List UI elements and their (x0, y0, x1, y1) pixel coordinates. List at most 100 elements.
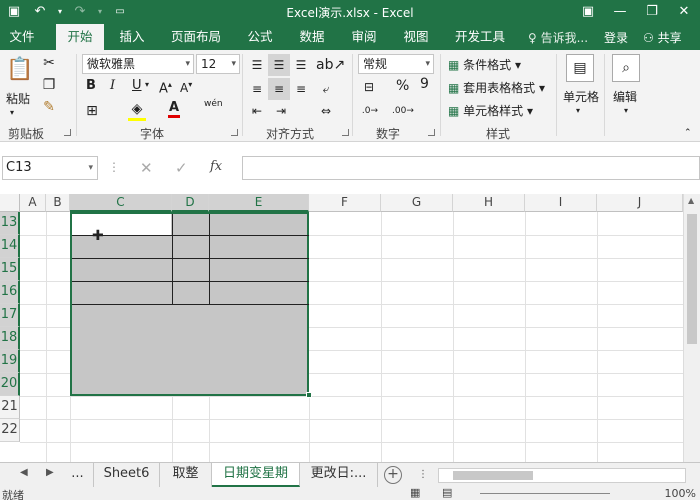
next-sheet-icon[interactable]: ▶ (46, 467, 54, 478)
add-sheet-button[interactable]: + (384, 466, 402, 484)
bold-button[interactable]: B (86, 78, 96, 93)
cancel-formula-icon[interactable]: ✕ (140, 159, 153, 177)
column-header-b[interactable]: B (46, 194, 70, 212)
paste-label[interactable]: 粘贴 (6, 90, 30, 107)
active-cell-c13[interactable] (72, 214, 171, 235)
align-bottom-icon[interactable]: ☰ (292, 56, 310, 74)
column-header-e[interactable]: E (209, 194, 309, 212)
cell-styles-button[interactable]: ▦ 单元格样式 ▾ (448, 102, 533, 119)
fill-color-icon[interactable]: ◈ (128, 100, 146, 121)
row-header-19[interactable]: 19 (0, 350, 20, 373)
tab-split-grip-icon[interactable]: ⋮ (418, 469, 428, 480)
column-header-g[interactable]: G (381, 194, 453, 212)
login-link[interactable]: 登录 (604, 29, 628, 46)
tell-me-box[interactable]: ♀ 告诉我... (528, 29, 588, 46)
normal-view-icon[interactable]: ▦ (410, 486, 420, 499)
paste-dropdown-icon[interactable]: ▾ (10, 108, 14, 117)
tab-insert[interactable]: 插入 (112, 24, 152, 50)
row-header-15[interactable]: 15 (0, 258, 20, 281)
paste-icon[interactable]: 📋 (6, 56, 33, 84)
name-box[interactable]: C13 ▾ (2, 156, 98, 180)
prev-sheet-icon[interactable]: ◀ (20, 467, 28, 478)
zoom-level[interactable]: 100% (665, 487, 696, 500)
scroll-up-icon[interactable]: ▲ (688, 196, 694, 205)
row-header-22[interactable]: 22 (0, 419, 20, 442)
vertical-scrollbar[interactable]: ▲ (683, 194, 700, 462)
increase-indent-icon[interactable]: ⇥ (272, 102, 290, 120)
page-layout-view-icon[interactable]: ▤ (442, 486, 452, 499)
currency-icon[interactable]: ⊟ (358, 78, 380, 96)
tab-home[interactable]: 开始 (56, 24, 104, 50)
tab-developer[interactable]: 开发工具 (448, 24, 512, 50)
sheet-tab-sheet6[interactable]: Sheet6 (94, 463, 160, 487)
tab-formulas[interactable]: 公式 (240, 24, 280, 50)
borders-icon[interactable]: ⊞ (84, 102, 100, 120)
merge-center-icon[interactable]: ⇔ (316, 102, 336, 120)
italic-button[interactable]: I (110, 78, 115, 93)
tab-file[interactable]: 文件 (0, 24, 44, 50)
align-middle-icon[interactable]: ☰ (268, 54, 290, 76)
editing-button-label[interactable]: 编辑 (613, 88, 637, 105)
row-header-17[interactable]: 17 (0, 304, 20, 327)
ribbon-display-icon[interactable]: ▣ (572, 0, 604, 24)
conditional-format-button[interactable]: ▦ 条件格式 ▾ (448, 56, 521, 73)
sheet-tab-round[interactable]: 取整 (160, 463, 212, 487)
align-left-icon[interactable]: ≡ (248, 80, 266, 98)
column-header-i[interactable]: I (525, 194, 597, 212)
orientation-icon[interactable]: ab↗ (316, 56, 345, 74)
decrease-font-icon[interactable]: A▾ (180, 80, 192, 95)
formula-input[interactable] (242, 156, 700, 180)
decrease-indent-icon[interactable]: ⇤ (248, 102, 266, 120)
column-header-c[interactable]: C (70, 194, 172, 212)
wrap-text-icon[interactable]: ⤶ (316, 80, 336, 98)
font-size-select[interactable]: 12 ▾ (196, 54, 240, 74)
fill-handle[interactable] (306, 392, 312, 398)
more-sheets-left[interactable]: ... (62, 463, 94, 487)
editing-dropdown-icon[interactable]: ▾ (624, 106, 628, 115)
formula-bar-grip-icon[interactable]: ⋮ (108, 160, 120, 174)
font-name-select[interactable]: 微软雅黑 ▾ (82, 54, 194, 74)
horizontal-scroll-thumb[interactable] (453, 471, 533, 480)
comma-button[interactable]: 9 (420, 76, 429, 92)
align-right-icon[interactable]: ≡ (292, 80, 310, 98)
row-header-16[interactable]: 16 (0, 281, 20, 304)
row-header-21[interactable]: 21 (0, 396, 20, 419)
column-header-j[interactable]: J (597, 194, 683, 212)
sheet-tab-change-date[interactable]: 更改日:... (300, 463, 378, 487)
enter-formula-icon[interactable]: ✓ (175, 159, 188, 177)
sheet-tab-date-to-weekday[interactable]: 日期变星期 (212, 463, 300, 487)
format-as-table-button[interactable]: ▦ 套用表格格式 ▾ (448, 79, 545, 96)
restore-button[interactable]: ❐ (636, 0, 668, 24)
underline-dropdown-icon[interactable]: ▾ (145, 80, 149, 89)
row-header-20[interactable]: 20 (0, 373, 20, 396)
select-all-corner[interactable] (0, 194, 20, 212)
alignment-launcher-icon[interactable] (342, 129, 349, 136)
number-launcher-icon[interactable] (428, 129, 435, 136)
percent-button[interactable]: % (396, 78, 409, 94)
underline-button[interactable]: U (132, 78, 142, 93)
cells-dropdown-icon[interactable]: ▾ (576, 106, 580, 115)
share-button[interactable]: ⚇ 共享 (643, 29, 682, 46)
column-header-a[interactable]: A (20, 194, 46, 212)
increase-font-icon[interactable]: A▴ (159, 80, 172, 96)
row-header-14[interactable]: 14 (0, 235, 20, 258)
column-header-h[interactable]: H (453, 194, 525, 212)
tab-view[interactable]: 视图 (396, 24, 436, 50)
clipboard-launcher-icon[interactable] (64, 129, 71, 136)
search-icon[interactable]: ⌕ (612, 54, 640, 82)
number-format-select[interactable]: 常规 ▾ (358, 54, 434, 74)
close-button[interactable]: ✕ (668, 0, 700, 24)
collapse-ribbon-icon[interactable]: ⌃ (684, 128, 692, 138)
font-color-button[interactable]: A (168, 100, 180, 118)
format-painter-icon[interactable]: ✎ (40, 98, 58, 116)
cells-button-label[interactable]: 单元格 (563, 88, 599, 105)
tab-data[interactable]: 数据 (292, 24, 332, 50)
cells-icon[interactable]: ▤ (566, 54, 594, 82)
insert-function-button[interactable]: fx (210, 159, 222, 174)
column-header-f[interactable]: F (309, 194, 381, 212)
copy-icon[interactable]: ❐ (40, 76, 58, 94)
row-header-13[interactable]: 13 (0, 212, 20, 235)
zoom-slider[interactable] (480, 493, 610, 494)
align-center-icon[interactable]: ≡ (268, 78, 290, 100)
increase-decimal-icon[interactable]: .0→ (360, 102, 380, 120)
